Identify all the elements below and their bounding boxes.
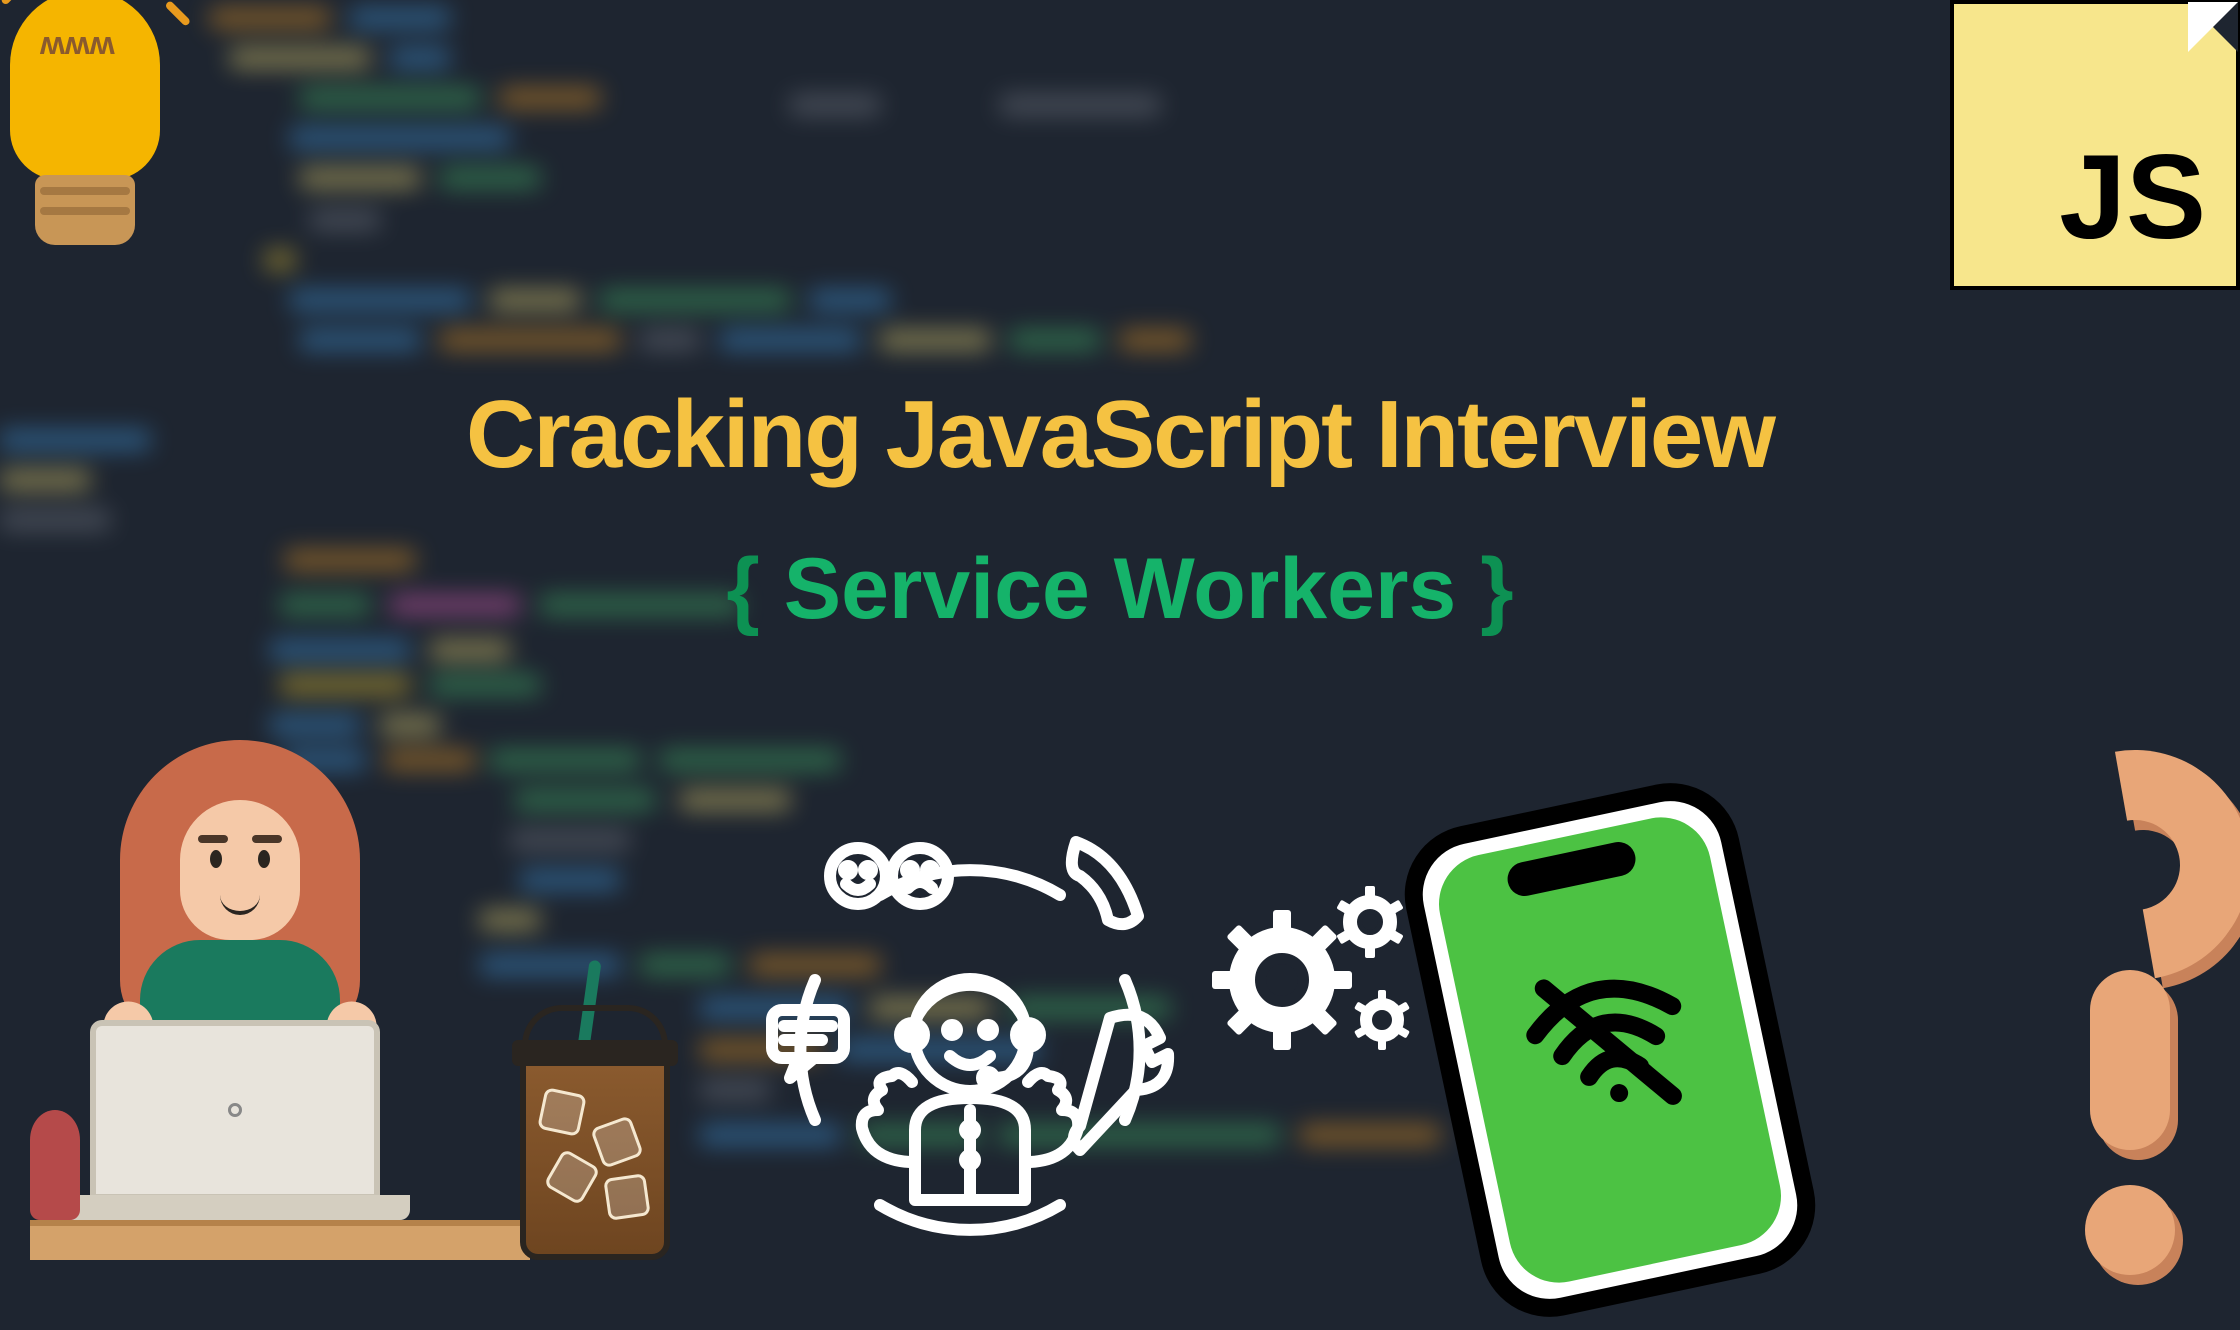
gears-icon	[1210, 870, 1420, 1080]
lightbulb-icon: ʍʍʍ	[0, 0, 200, 320]
brace-open: {	[726, 541, 759, 637]
subtitle: { Service Workers }	[726, 540, 1513, 639]
iced-coffee-icon	[500, 1000, 690, 1260]
js-badge-text: JS	[2059, 128, 2206, 266]
subtitle-text: Service Workers	[760, 541, 1480, 637]
woman-laptop-icon	[30, 740, 450, 1260]
main-title: Cracking JavaScript Interview	[466, 380, 1774, 490]
support-agent-icon	[750, 820, 1190, 1260]
question-mark-icon	[1940, 740, 2240, 1300]
brace-close: }	[1480, 541, 1513, 637]
js-badge: JS	[1950, 0, 2240, 290]
wifi-off-icon	[1499, 924, 1712, 1137]
